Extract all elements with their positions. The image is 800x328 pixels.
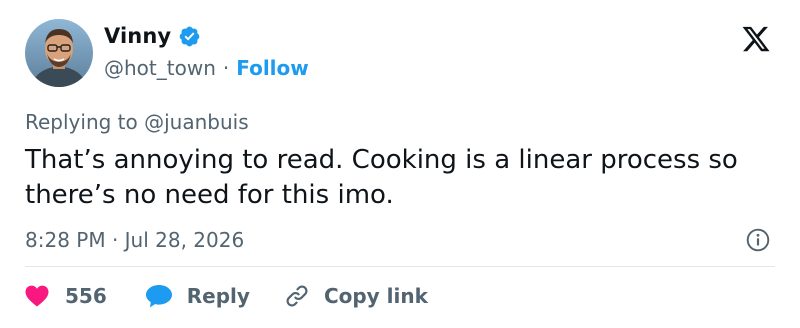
like-count: 556 <box>65 284 107 308</box>
reply-button[interactable]: Reply <box>145 284 250 308</box>
follow-button[interactable]: Follow <box>236 56 309 80</box>
tweet-card: Vinny @hot_town · Follow Replying to @ju… <box>0 0 800 328</box>
replying-to-label: Replying to @juanbuis <box>25 110 249 134</box>
reply-label: Reply <box>186 284 250 308</box>
verified-badge-icon <box>179 26 200 46</box>
author-handle-row: @hot_town · Follow <box>104 56 309 80</box>
divider <box>25 266 775 267</box>
action-bar: 556 Reply Copy link <box>25 283 428 309</box>
copy-link-button[interactable]: Copy link <box>284 283 428 309</box>
speech-bubble-icon <box>145 285 172 308</box>
tweet-timestamp[interactable]: 8:28 PM · Jul 28, 2026 <box>25 228 244 252</box>
author-name-row: Vinny <box>104 24 201 48</box>
link-icon <box>286 285 308 307</box>
copy-link-label: Copy link <box>323 284 428 308</box>
heart-icon <box>25 285 49 307</box>
avatar[interactable] <box>25 19 93 87</box>
x-logo-icon[interactable] <box>740 24 772 54</box>
author-display-name[interactable]: Vinny <box>104 24 171 48</box>
like-button[interactable]: 556 <box>25 284 107 308</box>
tweet-text: That’s annoying to read. Cooking is a li… <box>25 145 738 210</box>
separator-dot: · <box>222 56 230 80</box>
info-icon[interactable] <box>745 227 771 253</box>
author-handle[interactable]: @hot_town <box>104 56 216 80</box>
